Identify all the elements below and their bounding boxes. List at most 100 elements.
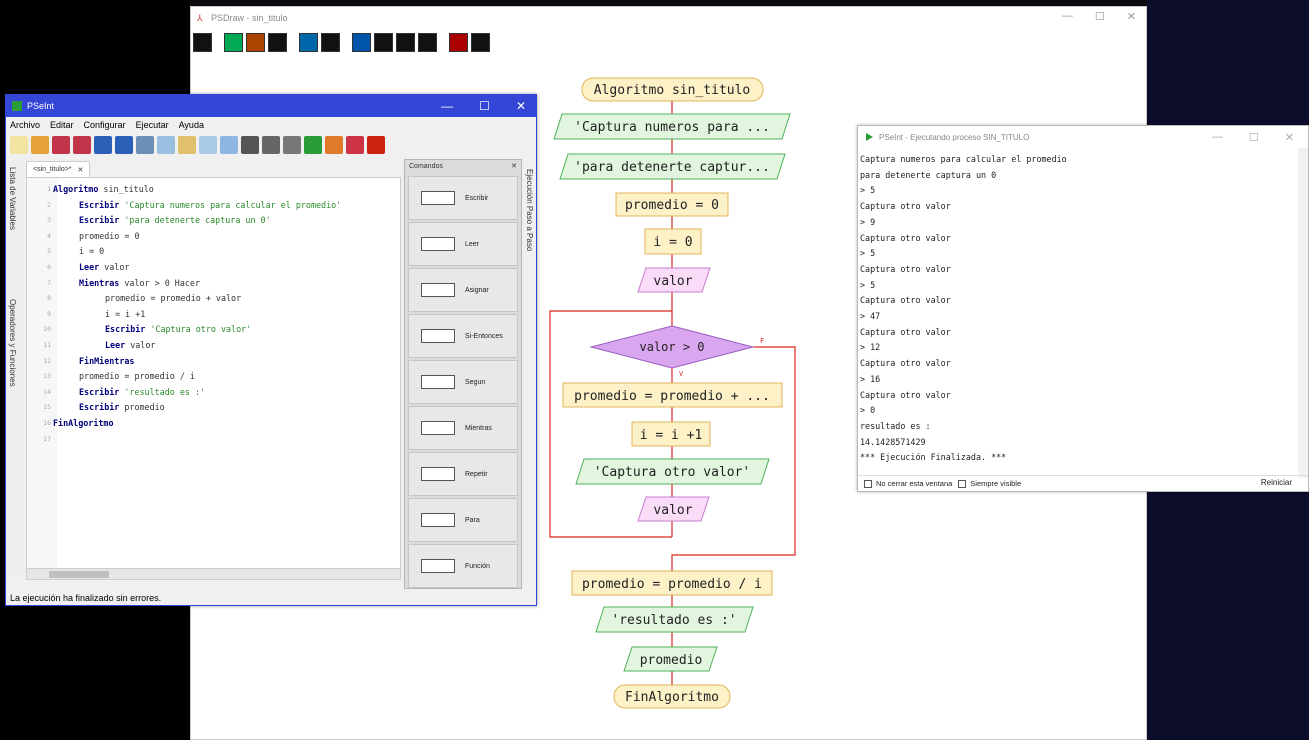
- close-panel-icon[interactable]: ✕: [511, 160, 517, 174]
- format-icon[interactable]: [283, 136, 301, 154]
- code-line: 8 promedio = promedio + valor: [27, 291, 400, 305]
- line-number: 3: [47, 216, 51, 225]
- search-icon[interactable]: [220, 136, 238, 154]
- toolbar-button[interactable]: [396, 33, 415, 52]
- paste-icon[interactable]: [178, 136, 196, 154]
- cmd-si-entonces[interactable]: Si-Entonces: [408, 314, 518, 358]
- code-editor[interactable]: 1 Algoritmo sin_titulo 2 Escribir 'Captura …: [26, 177, 401, 579]
- comandos-title: Comandos: [409, 163, 443, 170]
- toolbar-button[interactable]: [299, 33, 318, 52]
- minimize-icon[interactable]: —: [441, 99, 453, 113]
- console-line: Captura otro valor: [860, 326, 951, 337]
- toolbar-button[interactable]: [224, 33, 243, 52]
- code-keyword: Escribir: [79, 402, 120, 413]
- toolbar-button[interactable]: [352, 33, 371, 52]
- leer-icon: [421, 237, 455, 251]
- run-icon[interactable]: [304, 136, 322, 154]
- ejecucion-paso-a-paso-tab[interactable]: Ejecución Paso a Paso: [524, 159, 537, 299]
- minimize-icon[interactable]: —: [1062, 10, 1073, 23]
- code-text: FinMientras: [79, 354, 134, 368]
- code-keyword: Leer: [79, 262, 100, 272]
- psdraw-titlebar: ⅄ PSDraw - sin_titulo: [191, 7, 1146, 29]
- cmd-funcion[interactable]: Función: [408, 544, 518, 588]
- code-rest: 'resultado es :': [119, 386, 206, 397]
- toolbar-button[interactable]: [449, 33, 468, 52]
- cmd-mientras[interactable]: Mientras: [408, 406, 518, 450]
- side-tabs: Lista de Variables Operadores y Funcione…: [6, 159, 24, 579]
- menu-ayuda[interactable]: Ayuda: [179, 120, 204, 130]
- horizontal-scrollbar[interactable]: [26, 568, 401, 580]
- undo-icon[interactable]: [94, 136, 112, 154]
- open-file-icon[interactable]: [31, 136, 49, 154]
- code-line: 6 Leer valor: [27, 260, 400, 274]
- menubar: Archivo Editar Configurar Ejecutar Ayuda: [6, 117, 536, 133]
- toolbar-button[interactable]: [193, 33, 212, 52]
- maximize-icon[interactable]: ☐: [1249, 131, 1259, 144]
- document-tab[interactable]: <sin_titulo>* ✕: [26, 161, 91, 177]
- toolbar-button[interactable]: [268, 33, 287, 52]
- copy-icon[interactable]: [157, 136, 175, 154]
- cmd-leer[interactable]: Leer: [408, 222, 518, 266]
- close-icon[interactable]: ✕: [1127, 10, 1136, 23]
- indent-icon[interactable]: [199, 136, 217, 154]
- flowchart-icon[interactable]: [346, 136, 364, 154]
- toolbar-button[interactable]: [321, 33, 340, 52]
- vertical-scrollbar[interactable]: [1298, 148, 1308, 478]
- close-icon[interactable]: ✕: [516, 99, 526, 113]
- code-rest: valor: [125, 340, 156, 350]
- line-number: 12: [43, 356, 51, 365]
- find-icon[interactable]: [241, 136, 259, 154]
- side-tab-operadores[interactable]: Operadores y Funciones: [8, 299, 17, 387]
- code-text: FinAlgoritmo: [53, 416, 114, 430]
- code-rest: 'para detenerte captura un 0': [119, 215, 271, 226]
- redo-icon[interactable]: [115, 136, 133, 154]
- code-text: Escribir 'Captura otro valor': [105, 322, 251, 336]
- toolbar-button[interactable]: [471, 33, 490, 52]
- scroll-thumb[interactable]: [49, 571, 109, 578]
- console-line: > 5: [860, 248, 876, 259]
- maximize-icon[interactable]: ☐: [479, 99, 490, 113]
- line-number: 6: [47, 263, 51, 271]
- side-tab-variables[interactable]: Lista de Variables: [8, 167, 17, 230]
- console-line: > 9: [860, 216, 876, 227]
- new-file-icon[interactable]: [10, 136, 28, 154]
- save-as-icon[interactable]: [73, 136, 91, 154]
- menu-configurar[interactable]: Configurar: [84, 120, 126, 130]
- cmd-segun[interactable]: Segun: [408, 360, 518, 404]
- close-icon[interactable]: ✕: [1285, 131, 1294, 144]
- menu-archivo[interactable]: Archivo: [10, 120, 40, 130]
- no-cerrar-checkbox[interactable]: [864, 479, 872, 488]
- replace-icon[interactable]: [262, 136, 280, 154]
- menu-editar[interactable]: Editar: [50, 120, 74, 130]
- minimize-icon[interactable]: —: [1212, 131, 1223, 144]
- cmd-para[interactable]: Para: [408, 498, 518, 542]
- code-line: 16 FinAlgoritmo: [27, 416, 400, 430]
- close-tab-icon[interactable]: ✕: [78, 166, 84, 174]
- ejecucion-tab-label: Ejecución Paso a Paso: [525, 169, 534, 252]
- line-number: 7: [47, 278, 51, 287]
- comandos-panel: Comandos ✕ Escribir Leer Asignar Si-Ento…: [404, 159, 522, 589]
- console-window-controls: — ☐ ✕: [1212, 131, 1294, 144]
- toolbar-button[interactable]: [246, 33, 265, 52]
- help-icon[interactable]: [367, 136, 385, 154]
- toolbar-button[interactable]: [418, 33, 437, 52]
- menu-ejecutar[interactable]: Ejecutar: [136, 120, 169, 130]
- step-icon[interactable]: [325, 136, 343, 154]
- maximize-icon[interactable]: ☐: [1095, 10, 1105, 23]
- console-line: > 12: [860, 342, 881, 353]
- line-number: 2: [47, 200, 51, 209]
- toolbar-button[interactable]: [374, 33, 393, 52]
- save-icon[interactable]: [52, 136, 70, 154]
- psdraw-title: PSDraw - sin_titulo: [211, 13, 288, 23]
- cut-icon[interactable]: [136, 136, 154, 154]
- console-line: Captura otro valor: [860, 295, 951, 306]
- no-cerrar-label: No cerrar esta ventana: [876, 479, 953, 488]
- reiniciar-button[interactable]: Reiniciar: [1261, 478, 1292, 487]
- code-rest: promedio: [119, 402, 165, 413]
- siempre-visible-checkbox[interactable]: [958, 479, 967, 488]
- console-window: PSeInt - Ejecutando proceso SIN_TITULO —…: [857, 125, 1309, 492]
- cmd-asignar[interactable]: Asignar: [408, 268, 518, 312]
- cmd-repetir[interactable]: Repetir: [408, 452, 518, 496]
- code-keyword: FinMientras: [79, 355, 135, 366]
- cmd-escribir[interactable]: Escribir: [408, 176, 518, 220]
